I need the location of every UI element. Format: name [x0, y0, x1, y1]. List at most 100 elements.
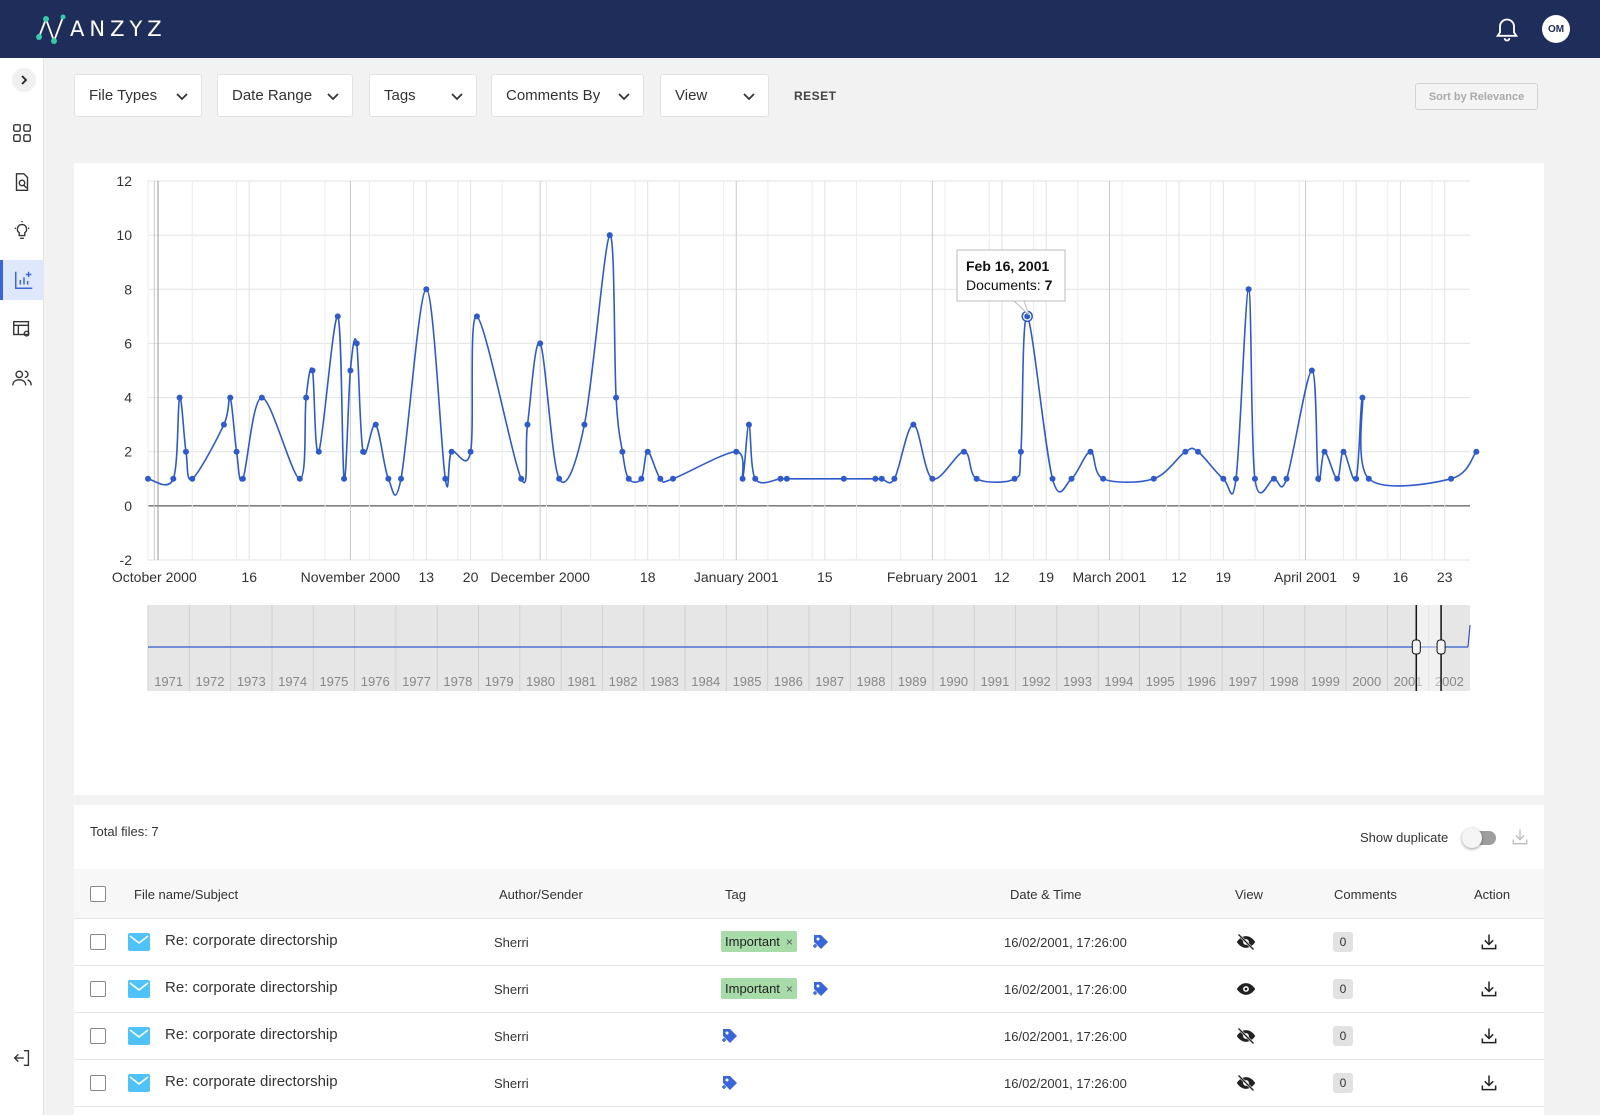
row-subject[interactable]: Re: corporate directorship: [165, 979, 338, 996]
comment-count-badge[interactable]: 0: [1333, 1073, 1353, 1093]
eye-icon[interactable]: [1235, 979, 1257, 999]
data-point[interactable]: [910, 421, 917, 428]
filter-view[interactable]: View: [660, 74, 769, 117]
data-point[interactable]: [1334, 475, 1341, 482]
app-logo[interactable]: ANZYZ: [36, 12, 167, 46]
navigator-handle[interactable]: [1436, 639, 1446, 655]
row-checkbox[interactable]: [90, 1028, 106, 1044]
add-tag-icon[interactable]: [721, 1074, 739, 1092]
data-point[interactable]: [745, 421, 752, 428]
tag-remove-icon[interactable]: ×: [786, 935, 793, 949]
header-subject[interactable]: File name/Subject: [134, 887, 238, 902]
data-point[interactable]: [1220, 475, 1227, 482]
data-point[interactable]: [1365, 475, 1372, 482]
data-point[interactable]: [929, 475, 936, 482]
data-point[interactable]: [258, 394, 265, 401]
data-point[interactable]: [189, 475, 196, 482]
row-checkbox[interactable]: [90, 1075, 106, 1091]
add-tag-icon[interactable]: [812, 980, 830, 998]
sidebar-item-reports[interactable]: [0, 309, 44, 349]
eye-off-icon[interactable]: [1235, 932, 1257, 952]
data-point[interactable]: [739, 475, 746, 482]
filter-date-range[interactable]: Date Range: [217, 74, 353, 117]
data-point[interactable]: [296, 475, 303, 482]
table-row[interactable]: Re: corporate directorship Sherri Import…: [74, 966, 1544, 1013]
data-point[interactable]: [1308, 367, 1315, 374]
data-point[interactable]: [891, 475, 898, 482]
data-point[interactable]: [1017, 448, 1024, 455]
data-point[interactable]: [960, 448, 967, 455]
data-point[interactable]: [1100, 475, 1107, 482]
filter-comments-by[interactable]: Comments By: [491, 74, 644, 117]
user-avatar[interactable]: OM: [1542, 15, 1570, 43]
download-icon[interactable]: [1479, 1026, 1499, 1046]
data-point[interactable]: [625, 475, 632, 482]
timeline-chart[interactable]: -2 0 2 4 6 8 10 12 October 2000 16 November 2000 13…: [74, 163, 1544, 795]
data-point[interactable]: [1195, 448, 1202, 455]
add-tag-icon[interactable]: [812, 933, 830, 951]
table-row[interactable]: Re: corporate directorship Sherri Import…: [74, 919, 1544, 966]
data-point[interactable]: [613, 394, 620, 401]
sidebar-item-users[interactable]: [0, 358, 44, 398]
data-point[interactable]: [1270, 475, 1277, 482]
data-point[interactable]: [537, 340, 544, 347]
data-point[interactable]: [1024, 313, 1031, 320]
add-tag-icon[interactable]: [721, 1027, 739, 1045]
data-point[interactable]: [315, 448, 322, 455]
data-point[interactable]: [1448, 475, 1455, 482]
bell-icon[interactable]: [1493, 16, 1521, 44]
data-point[interactable]: [619, 448, 626, 455]
tag-remove-icon[interactable]: ×: [786, 982, 793, 996]
data-point[interactable]: [638, 475, 645, 482]
data-point[interactable]: [733, 448, 740, 455]
data-point[interactable]: [341, 475, 348, 482]
data-point[interactable]: [657, 475, 664, 482]
filter-tags[interactable]: Tags: [369, 74, 477, 117]
data-point[interactable]: [752, 475, 759, 482]
show-duplicate-toggle[interactable]: [1462, 828, 1496, 848]
data-point[interactable]: [1049, 475, 1056, 482]
comment-count-badge[interactable]: 0: [1333, 1026, 1353, 1046]
header-datetime[interactable]: Date & Time: [1010, 887, 1082, 902]
data-point[interactable]: [385, 475, 392, 482]
data-point[interactable]: [233, 448, 240, 455]
data-point[interactable]: [524, 421, 531, 428]
data-point[interactable]: [467, 448, 474, 455]
data-point[interactable]: [1150, 475, 1157, 482]
sidebar-item-search-documents[interactable]: [0, 162, 44, 202]
data-point[interactable]: [1087, 448, 1094, 455]
filter-file-types[interactable]: File Types: [74, 74, 202, 117]
data-point[interactable]: [1011, 475, 1018, 482]
data-point[interactable]: [145, 475, 151, 482]
sidebar-logout[interactable]: [0, 1038, 44, 1078]
sidebar-item-dashboard[interactable]: [0, 113, 44, 153]
data-point[interactable]: [783, 475, 790, 482]
download-icon[interactable]: [1479, 1073, 1499, 1093]
data-point[interactable]: [372, 421, 379, 428]
comment-count-badge[interactable]: 0: [1333, 932, 1353, 952]
data-point[interactable]: [334, 313, 341, 320]
data-point[interactable]: [1321, 448, 1328, 455]
eye-off-icon[interactable]: [1235, 1073, 1257, 1093]
download-icon[interactable]: [1479, 932, 1499, 952]
download-all-icon[interactable]: [1510, 827, 1530, 847]
data-point[interactable]: [360, 448, 367, 455]
data-point[interactable]: [1182, 448, 1189, 455]
data-point[interactable]: [1315, 475, 1322, 482]
data-point[interactable]: [353, 340, 360, 347]
navigator-handle[interactable]: [1411, 639, 1421, 655]
data-point[interactable]: [973, 475, 980, 482]
data-point[interactable]: [176, 394, 183, 401]
data-point[interactable]: [878, 475, 885, 482]
reset-button[interactable]: RESET: [794, 89, 837, 103]
data-point[interactable]: [1245, 286, 1252, 293]
data-point[interactable]: [239, 475, 246, 482]
row-checkbox[interactable]: [90, 934, 106, 950]
data-point[interactable]: [556, 475, 563, 482]
eye-off-icon[interactable]: [1235, 1026, 1257, 1046]
header-author[interactable]: Author/Sender: [499, 887, 583, 902]
data-point[interactable]: [473, 313, 480, 320]
data-point[interactable]: [220, 421, 227, 428]
data-point[interactable]: [442, 475, 449, 482]
row-subject[interactable]: Re: corporate directorship: [165, 932, 338, 949]
